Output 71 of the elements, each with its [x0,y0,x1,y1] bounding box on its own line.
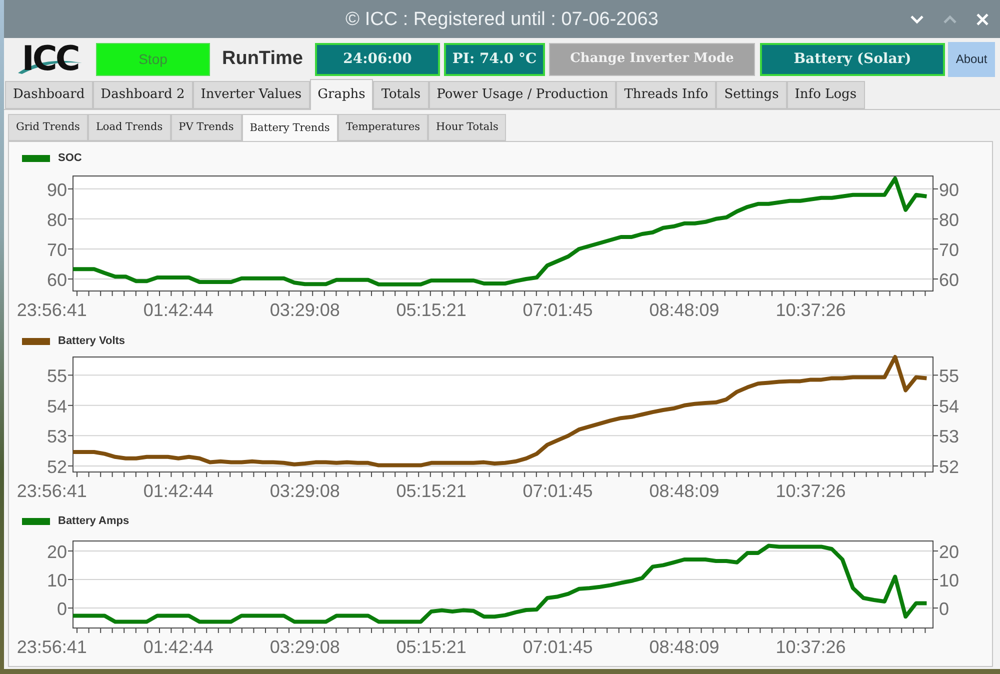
runtime-label: RunTime [222,46,304,71]
tab[interactable]: Inverter Values [192,81,310,109]
y-axis-label: 53 [46,426,67,447]
y-axis-label: 0 [939,599,950,620]
y-axis-label: 80 [46,210,67,230]
legend-label: SOC [58,152,82,164]
about-button[interactable]: About [948,42,995,76]
x-axis-label: 23:56:41 [16,300,87,320]
x-axis-label: 07:01:45 [522,637,593,657]
subtab[interactable]: PV Trends [170,114,242,141]
y-axis-label: 0 [56,599,67,620]
y-axis-label: 52 [46,456,67,477]
tab[interactable]: Graphs [310,79,374,110]
y-axis-ticks [68,550,74,609]
chevron-down-icon[interactable] [910,14,924,24]
tab[interactable]: Dashboard [5,81,93,109]
subtab[interactable]: Load Trends [88,114,171,141]
subtab[interactable]: Grid Trends [8,114,88,141]
tab[interactable]: Info Logs [786,81,865,109]
x-axis-label: 01:42:44 [143,300,214,320]
x-axis-label: 08:48:09 [649,481,720,501]
subtab[interactable]: Hour Totals [428,114,506,141]
y-axis-label: 53 [939,426,960,447]
x-axis-label: 03:29:08 [270,637,340,657]
x-axis-label: 08:48:09 [649,637,720,657]
legend-label: Battery Volts [58,336,126,346]
x-axis-label: 23:56:41 [16,637,87,657]
x-axis-label: 01:42:44 [143,637,214,657]
y-axis-label: 54 [46,396,67,416]
x-axis-label: 23:56:41 [16,481,87,501]
temperature-display: PI: 74.0 °C [444,42,545,76]
y-axis-label: 60 [939,270,960,290]
inverter-mode-display: Battery (Solar) [760,42,945,76]
y-axis-label: 80 [939,210,960,230]
y-axis-label: 54 [939,396,960,416]
subtab[interactable]: Battery Trends [242,114,338,142]
x-axis-label: 03:29:08 [270,481,340,501]
y-axis-label: 90 [46,180,67,200]
x-axis-label: 03:29:08 [270,300,340,320]
x-axis-label: 08:48:09 [649,300,720,320]
y-axis-label: 52 [939,456,960,477]
x-axis-label: 07:01:45 [522,300,593,320]
y-axis-label: 55 [939,366,960,386]
x-axis-label: 10:37:26 [776,637,846,657]
tab[interactable]: Dashboard 2 [92,81,193,109]
y-axis-label: 70 [939,240,960,260]
y-axis-label: 20 [46,542,67,562]
runtime-display: 24:06:00 [315,42,440,76]
y-axis-label: 60 [46,270,67,290]
y-axis-label: 90 [939,180,960,200]
y-axis-label: 55 [46,366,67,386]
tab[interactable]: Totals [373,81,429,109]
x-axis-label: 05:15:21 [396,637,466,657]
x-axis-label: 10:37:26 [776,300,846,320]
tab[interactable]: Threads Info [616,81,716,109]
y-axis-label: 70 [46,240,67,260]
tab[interactable]: Power Usage / Production [428,81,616,109]
x-axis-label: 05:15:21 [396,300,466,320]
subtab[interactable]: Temperatures [338,114,428,141]
close-icon[interactable] [976,12,989,26]
y-axis-label: 10 [939,570,960,590]
legend-label: Battery Amps [58,516,130,526]
x-axis-label: 10:37:26 [776,481,846,501]
y-axis-label: 20 [939,542,960,562]
x-axis-label: 01:42:44 [143,481,214,501]
y-axis-ticks [932,550,938,609]
tab[interactable]: Settings [716,81,787,109]
window-title: © ICC : Registered until : 07-06-2063 [346,10,658,28]
y-axis-label: 10 [46,570,67,590]
x-axis-label: 07:01:45 [522,481,593,501]
x-axis-label: 05:15:21 [396,481,466,501]
